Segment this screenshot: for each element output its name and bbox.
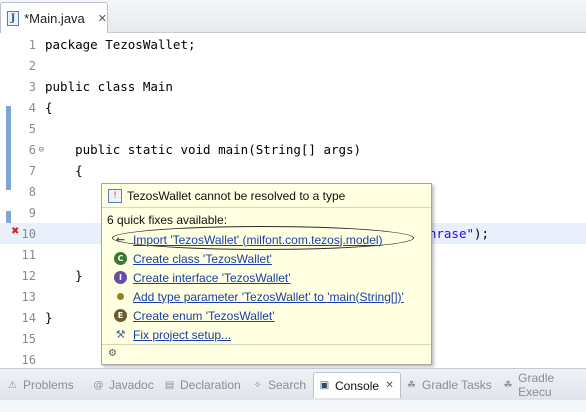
view-tab-label: Problems	[23, 378, 74, 392]
quick-fix-label[interactable]: Add type parameter 'TezosWallet' to 'mai…	[133, 290, 404, 304]
code-line[interactable]: 1 package TezosWallet;	[0, 34, 586, 55]
line-number: 12	[21, 268, 36, 283]
quick-fix-label[interactable]: Create enum 'TezosWallet'	[133, 309, 275, 323]
quick-fix-item[interactable]: I Create interface 'TezosWallet'	[114, 268, 431, 287]
view-tab-label: Declaration	[180, 378, 241, 392]
code-line[interactable]: 3 public class Main	[0, 76, 586, 97]
popup-title: TezosWallet cannot be resolved to a type	[127, 188, 346, 203]
code-text: {	[45, 163, 83, 178]
fold-toggle-icon[interactable]: ⊖	[39, 145, 44, 155]
line-number: 2	[28, 58, 36, 73]
enum-icon: E	[114, 309, 127, 322]
tab-title: *Main.java	[24, 10, 85, 26]
code-token: );	[474, 226, 490, 241]
line-number: 9	[28, 205, 36, 220]
code-line[interactable]: 4{	[0, 97, 586, 118]
quick-fix-label[interactable]: Fix project setup...	[133, 328, 231, 342]
javadoc-icon: @	[93, 379, 104, 391]
type-parameter-icon	[117, 293, 124, 300]
view-tab-label: Gradle Tasks	[422, 378, 492, 392]
view-content-edge	[0, 400, 586, 412]
settings-icon[interactable]: ⚙	[108, 348, 121, 361]
view-tab-javadoc[interactable]: @ Javadoc	[92, 375, 154, 395]
console-icon: ▣	[319, 380, 330, 391]
gradle-tasks-icon: ☘	[407, 379, 416, 391]
line-number: 14	[21, 310, 36, 325]
line-number: 3	[28, 79, 36, 94]
view-tab-strip: ⚠ Problems @ Javadoc ▤ Declaration ✧ Search ▣ Con…	[0, 368, 586, 400]
line-number: 13	[21, 289, 36, 304]
quick-fix-item[interactable]: Add type parameter 'TezosWallet' to 'mai…	[114, 287, 431, 306]
error-marker-icon[interactable]: ✖	[11, 226, 22, 239]
line-number: 4	[28, 100, 36, 115]
search-icon: ✧	[253, 379, 262, 391]
line-number: 5	[28, 121, 36, 136]
view-tab-gradle-tasks[interactable]: ☘ Gradle Tasks	[405, 375, 492, 395]
quick-fix-item[interactable]: ← Import 'TezosWallet' (milfont.com.tezos…	[114, 230, 431, 249]
code-text: public static void main(String[] args)	[45, 142, 362, 157]
quick-fix-label[interactable]: Import 'TezosWallet' (milfont.com.tezosj…	[133, 233, 383, 247]
code-text: }	[45, 268, 83, 283]
code-line[interactable]: 2	[0, 55, 586, 76]
quick-fix-item[interactable]: E Create enum 'TezosWallet'	[114, 306, 431, 325]
view-tab-console[interactable]: ▣ Console ✕	[313, 372, 402, 398]
editor-tab-strip: J *Main.java ✕	[0, 0, 586, 33]
quick-fix-label[interactable]: Create interface 'TezosWallet'	[133, 271, 291, 285]
line-number: 8	[28, 184, 36, 199]
view-tab-label: Javadoc	[109, 378, 154, 392]
quick-fix-label[interactable]: Create class 'TezosWallet'	[133, 252, 272, 266]
view-tab-label: Search	[268, 378, 307, 392]
fix-count: 6 quick fixes available:	[107, 213, 228, 227]
code-text: {	[45, 100, 53, 115]
quick-fix-popup: ! TezosWallet cannot be resolved to a ty…	[101, 183, 432, 365]
tab-main-java[interactable]: J *Main.java ✕	[0, 2, 108, 33]
code-text: public class Main	[45, 79, 173, 94]
line-number: 15	[21, 331, 36, 346]
interface-icon: I	[114, 271, 127, 284]
view-tab-declaration[interactable]: ▤ Declaration	[163, 375, 241, 395]
java-file-icon: J	[7, 10, 20, 26]
line-number: 11	[21, 247, 36, 262]
project-setup-icon: ⚒	[115, 328, 126, 341]
error-type-icon: !	[108, 188, 122, 203]
class-icon: C	[114, 252, 127, 265]
import-arrow-icon: ←	[115, 233, 126, 246]
view-tab-search[interactable]: ✧ Search	[251, 375, 306, 395]
code-text: }	[45, 310, 53, 325]
view-tab-label: Gradle Execu	[518, 371, 555, 399]
quick-fix-item[interactable]: C Create class 'TezosWallet'	[114, 249, 431, 268]
line-number: 16	[21, 352, 36, 367]
quick-fix-item[interactable]: ⚒ Fix project setup...	[114, 325, 431, 344]
view-tab-gradle-execu[interactable]: ☘ Gradle Execu	[502, 371, 586, 399]
code-line[interactable]: 7 {	[0, 160, 586, 181]
line-number: 7	[28, 163, 36, 178]
view-tab-label: Console	[335, 378, 380, 393]
code-text: package TezosWallet;	[45, 37, 196, 52]
quick-fix-list: ← Import 'TezosWallet' (milfont.com.tezos…	[102, 230, 431, 344]
problems-icon: ⚠	[8, 379, 17, 391]
gradle-exec-icon: ☘	[503, 379, 513, 391]
declaration-icon: ▤	[164, 379, 175, 391]
code-line[interactable]: 5	[0, 118, 586, 139]
line-number: 6 ⊖	[28, 142, 44, 157]
view-tab-problems[interactable]: ⚠ Problems	[6, 375, 74, 395]
line-number: 1	[28, 37, 36, 52]
close-icon[interactable]: ✕	[383, 379, 396, 392]
popup-header: ! TezosWallet cannot be resolved to a ty…	[102, 184, 431, 208]
close-icon[interactable]: ✕	[98, 12, 107, 25]
popup-footer: ⚙	[102, 344, 431, 364]
code-line[interactable]: 6 ⊖ public static void main(String[] args…	[0, 139, 586, 160]
